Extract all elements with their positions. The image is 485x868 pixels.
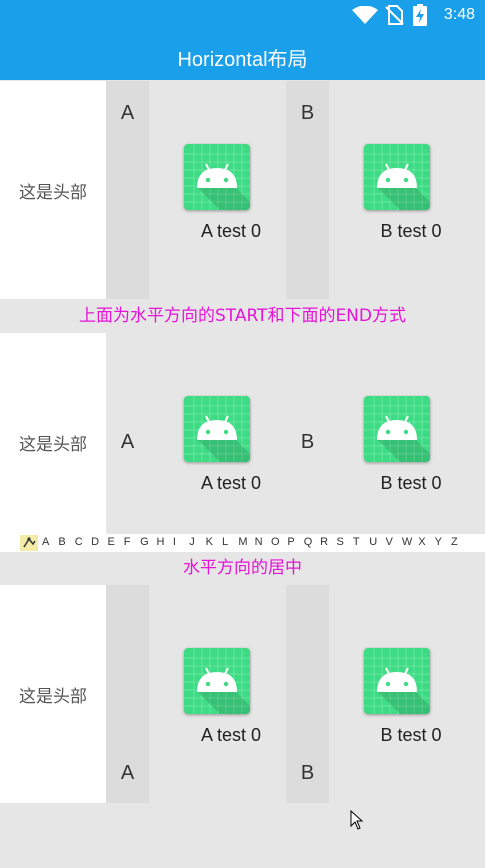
sim-off-icon xyxy=(385,5,404,25)
divider-label: 上面为水平方向的START和下面的END方式 xyxy=(0,300,485,333)
index-letter-j[interactable]: J xyxy=(189,536,195,548)
index-letter-n[interactable]: N xyxy=(255,536,263,548)
index-letter-m[interactable]: M xyxy=(238,536,247,548)
status-bar: 3:48 xyxy=(0,0,485,30)
index-letter-k[interactable]: K xyxy=(206,536,213,548)
group-letter-a: A xyxy=(120,102,135,124)
section-header: 这是头部 xyxy=(0,81,106,299)
index-letter-v[interactable]: V xyxy=(386,536,393,548)
index-letter-i[interactable]: I xyxy=(173,536,176,548)
divider-label: 水平方向的居中 xyxy=(0,552,485,585)
group-letter-b: B xyxy=(300,102,315,124)
section-center: 这是头部 A B A test 0 B test 0 xyxy=(0,585,485,803)
group-letter-b: B xyxy=(300,762,315,784)
status-time: 3:48 xyxy=(443,6,475,23)
group-letter-a: A xyxy=(120,762,135,784)
section-start: 这是头部 A B A test 0 B test 0 xyxy=(0,81,485,299)
index-letter-w[interactable]: W xyxy=(402,536,412,548)
index-letter-o[interactable]: O xyxy=(271,536,280,548)
index-letter-p[interactable]: P xyxy=(287,536,294,548)
section-header: 这是头部 xyxy=(0,585,106,803)
group-letter-b: B xyxy=(300,431,315,453)
index-letter-g[interactable]: G xyxy=(140,536,149,548)
index-letter-x[interactable]: X xyxy=(418,536,425,548)
index-logo-icon xyxy=(20,535,38,551)
index-letter-u[interactable]: U xyxy=(369,536,377,548)
index-letter-a[interactable]: A xyxy=(42,536,49,548)
section-end: 这是头部 A B A test 0 B test 0 xyxy=(0,333,485,551)
item-label-b[interactable]: B test 0 xyxy=(356,725,466,746)
android-icon[interactable] xyxy=(364,396,430,462)
android-icon[interactable] xyxy=(184,144,250,210)
index-letter-y[interactable]: Y xyxy=(435,536,442,548)
battery-charging-icon xyxy=(413,4,427,26)
android-icon[interactable] xyxy=(184,396,250,462)
index-letter-f[interactable]: F xyxy=(124,536,131,548)
index-letter-e[interactable]: E xyxy=(107,536,114,548)
item-label-a[interactable]: A test 0 xyxy=(176,473,286,494)
section-header: 这是头部 xyxy=(0,333,106,551)
index-letter-t[interactable]: T xyxy=(353,536,360,548)
alphabet-index-bar[interactable]: ABCDEFGHI JKLMNOPQRSTUVWXYZ xyxy=(0,534,485,552)
item-label-a[interactable]: A test 0 xyxy=(176,221,286,242)
index-letter-b[interactable]: B xyxy=(58,536,65,548)
index-letter-c[interactable]: C xyxy=(75,536,83,548)
index-letter-d[interactable]: D xyxy=(91,536,99,548)
index-letter-r[interactable]: R xyxy=(320,536,328,548)
index-letter-z[interactable]: Z xyxy=(451,536,458,548)
index-letter-h[interactable]: H xyxy=(157,536,165,548)
app-title: Horizontal布局 xyxy=(177,49,308,71)
android-icon[interactable] xyxy=(364,144,430,210)
item-label-b[interactable]: B test 0 xyxy=(356,221,466,242)
mouse-cursor-icon xyxy=(350,810,364,830)
index-letter-q[interactable]: Q xyxy=(304,536,313,548)
android-icon[interactable] xyxy=(184,648,250,714)
item-label-a[interactable]: A test 0 xyxy=(176,725,286,746)
group-letter-a: A xyxy=(120,431,135,453)
index-letter-l[interactable]: L xyxy=(222,536,228,548)
android-icon[interactable] xyxy=(364,648,430,714)
app-bar: Horizontal布局 xyxy=(0,30,485,80)
item-label-b[interactable]: B test 0 xyxy=(356,473,466,494)
wifi-icon xyxy=(352,6,378,24)
index-letter-s[interactable]: S xyxy=(336,536,343,548)
